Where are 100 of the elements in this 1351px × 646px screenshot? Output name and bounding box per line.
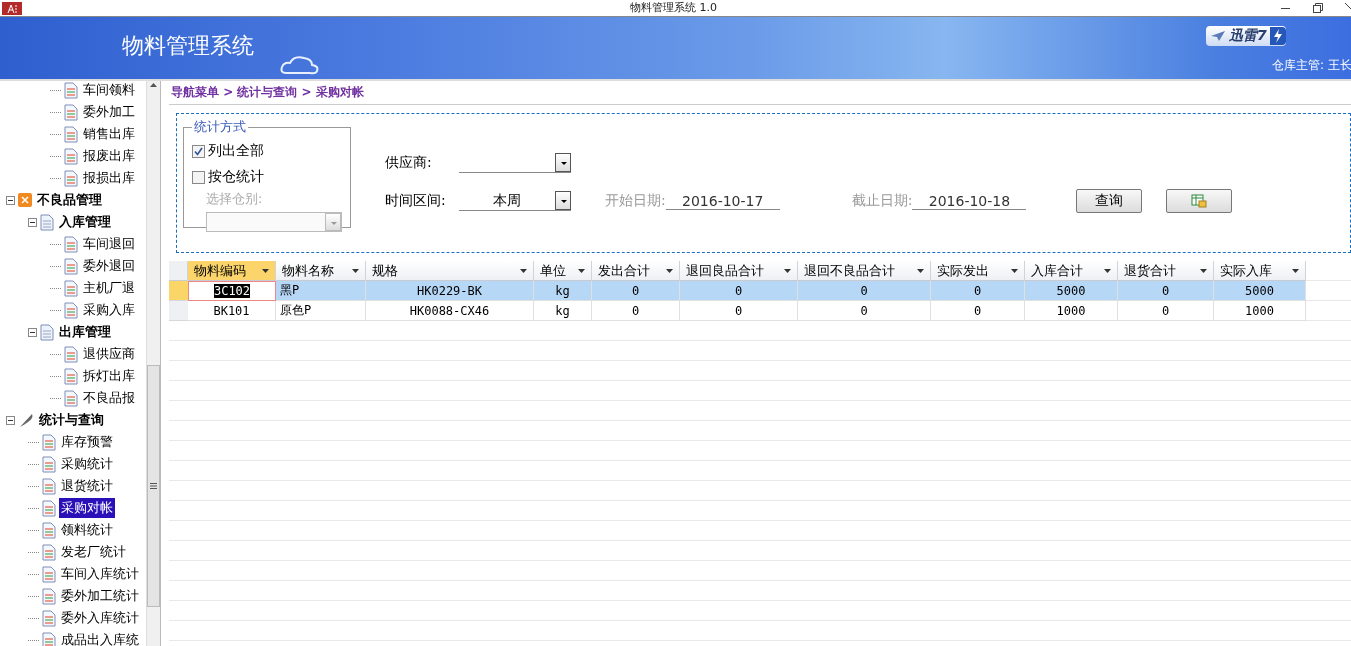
dropdown-button[interactable] xyxy=(555,191,571,210)
document-icon xyxy=(64,257,78,275)
dropdown-button[interactable] xyxy=(555,153,571,172)
tree-item[interactable]: 采购对帐 xyxy=(59,498,115,518)
column-header[interactable]: 规格 xyxy=(366,261,534,281)
column-header[interactable]: 退回良品合计 xyxy=(680,261,798,281)
column-header[interactable]: 物料编码 xyxy=(188,261,276,281)
table-cell: kg xyxy=(534,301,592,321)
restore-icon[interactable] xyxy=(1313,3,1323,13)
breadcrumb: 导航菜单 > 统计与查询 > 采购对帐 xyxy=(169,81,1351,105)
supplier-dropdown[interactable] xyxy=(459,153,571,173)
caret-icon[interactable] xyxy=(1200,268,1207,273)
tree-item[interactable]: 报废出库 xyxy=(81,146,137,166)
tree-item[interactable]: 车间退回 xyxy=(81,234,137,254)
collapse-toggle[interactable] xyxy=(6,415,15,425)
caret-icon[interactable] xyxy=(578,268,585,273)
tree-item[interactable]: 拆灯出库 xyxy=(81,366,137,386)
caret-icon[interactable] xyxy=(262,268,269,273)
tree-item[interactable]: 车间入库统计 xyxy=(59,564,141,584)
caret-icon[interactable] xyxy=(520,268,527,273)
column-header[interactable]: 入库合计 xyxy=(1025,261,1118,281)
tree-item[interactable]: 成品出入库统 xyxy=(59,630,141,646)
caret-icon[interactable] xyxy=(917,268,924,273)
scroll-up-icon[interactable] xyxy=(150,83,157,87)
app-title: 物料管理系统 xyxy=(122,32,254,60)
period-label: 时间区间: xyxy=(385,192,447,210)
document-icon xyxy=(42,433,56,451)
period-dropdown[interactable]: 本周 xyxy=(459,191,571,211)
caret-icon[interactable] xyxy=(1011,268,1018,273)
table-cell: 1000 xyxy=(1025,301,1118,321)
column-header[interactable]: 退回不良品合计 xyxy=(798,261,931,281)
tree-item[interactable]: 入库管理 xyxy=(57,212,113,232)
document-icon xyxy=(42,609,56,627)
export-button[interactable] xyxy=(1166,189,1233,213)
tree-item[interactable]: 委外退回 xyxy=(81,256,137,276)
checkbox[interactable] xyxy=(192,144,205,158)
tree-item[interactable]: 委外加工 xyxy=(81,102,137,122)
bird-icon xyxy=(1210,30,1226,42)
table-cell: 0 xyxy=(1118,301,1214,321)
tree-item[interactable]: 委外加工统计 xyxy=(59,586,141,606)
table-cell: 0 xyxy=(680,301,798,321)
scrollbar-thumb[interactable] xyxy=(147,365,160,607)
lightning-icon xyxy=(1269,27,1286,45)
window-title: 物料管理系统 1.0 xyxy=(630,0,717,15)
tree-item[interactable]: 采购统计 xyxy=(59,454,115,474)
caret-icon[interactable] xyxy=(1292,268,1299,273)
column-header[interactable]: 发出合计 xyxy=(592,261,680,281)
end-date-field[interactable]: 2016-10-18 xyxy=(912,192,1027,210)
collapse-toggle[interactable] xyxy=(28,327,37,337)
page-icon xyxy=(40,213,54,231)
column-header[interactable]: 单位 xyxy=(534,261,592,281)
document-icon xyxy=(64,235,78,253)
caret-icon[interactable] xyxy=(1104,268,1111,273)
tree-item[interactable]: 报损出库 xyxy=(81,168,137,188)
document-icon xyxy=(64,389,78,407)
tree-item[interactable]: 退供应商 xyxy=(81,344,137,364)
table-cell: HK0088-CX46 xyxy=(366,301,534,321)
tree-item[interactable]: 发老厂统计 xyxy=(59,542,128,562)
end-date-label: 截止日期: xyxy=(851,192,913,210)
checkbox[interactable] xyxy=(192,170,205,184)
tree-item[interactable]: 领料统计 xyxy=(59,520,115,540)
caret-icon[interactable] xyxy=(666,268,673,273)
app-badge[interactable]: 迅雷7 xyxy=(1206,26,1286,46)
tree-item[interactable]: 销售出库 xyxy=(81,124,137,144)
column-header[interactable]: 实际入库 xyxy=(1214,261,1306,281)
caret-icon[interactable] xyxy=(352,268,359,273)
tree-item[interactable]: 采购入库 xyxy=(81,300,137,320)
feather-icon xyxy=(18,412,34,428)
table-cell: 黑P xyxy=(276,281,366,301)
column-header[interactable]: 实际发出 xyxy=(931,261,1025,281)
table-cell: BK101 xyxy=(188,301,276,321)
tree-item[interactable]: 委外入库统计 xyxy=(59,608,141,628)
tree-item[interactable]: 出库管理 xyxy=(57,322,113,342)
table-cell: 0 xyxy=(798,281,931,301)
table-cell: 0 xyxy=(592,301,680,321)
collapse-toggle[interactable] xyxy=(6,195,15,205)
tree-item[interactable]: 库存预警 xyxy=(59,432,115,452)
document-icon xyxy=(42,543,56,561)
table-cell: 原色P xyxy=(276,301,366,321)
tree-item[interactable]: 主机厂退 xyxy=(81,278,137,298)
document-icon xyxy=(42,521,56,539)
tree-item[interactable]: 不良品管理 xyxy=(35,190,104,210)
tree-item[interactable]: 统计与查询 xyxy=(37,410,106,430)
user-label: 仓库主管: 王长 xyxy=(1272,57,1351,74)
start-date-field[interactable]: 2016-10-17 xyxy=(665,192,780,210)
tree-item[interactable]: 车间领料 xyxy=(81,81,137,100)
caret-icon[interactable] xyxy=(784,268,791,273)
document-icon xyxy=(42,477,56,495)
checkbox-label: 列出全部 xyxy=(208,142,264,160)
column-header[interactable]: 退货合计 xyxy=(1118,261,1214,281)
page-icon xyxy=(40,323,54,341)
query-button[interactable]: 查询 xyxy=(1076,189,1143,213)
column-header[interactable]: 物料名称 xyxy=(276,261,366,281)
table-cell: kg xyxy=(534,281,592,301)
document-icon xyxy=(64,81,78,99)
tree-item[interactable]: 不良品报 xyxy=(81,388,137,408)
module-icon xyxy=(18,193,32,207)
document-icon xyxy=(64,279,78,297)
tree-item[interactable]: 退货统计 xyxy=(59,476,115,496)
collapse-toggle[interactable] xyxy=(28,217,37,227)
